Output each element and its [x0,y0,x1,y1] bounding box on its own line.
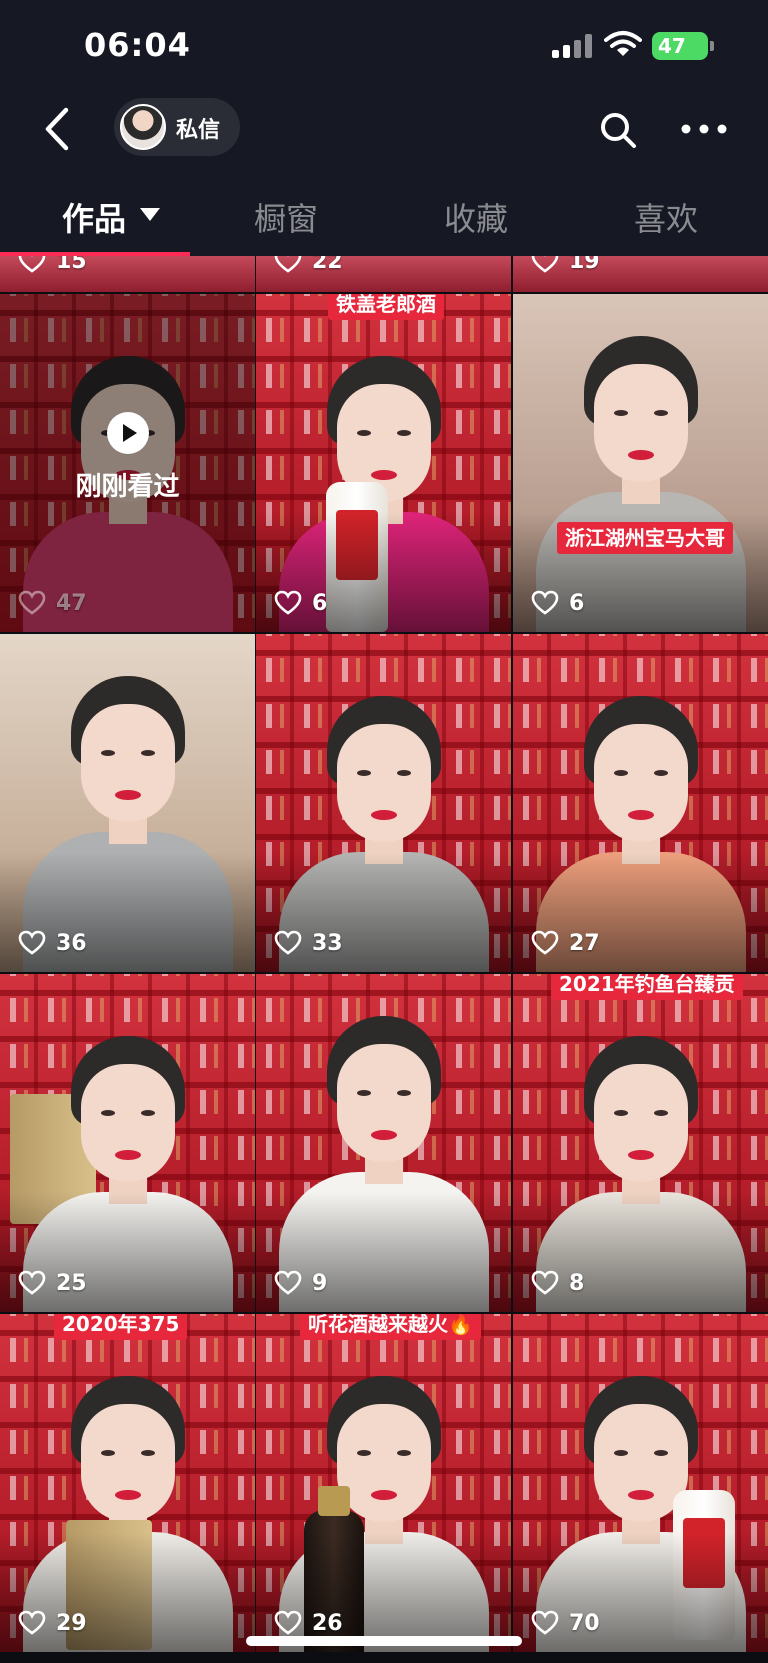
like-count: 26 [274,1608,343,1638]
like-count: 47 [18,588,87,618]
like-count: 6 [531,588,584,618]
battery-icon: 47 [652,32,708,60]
video-caption: 2021年钓鱼台臻贡 [551,974,743,1000]
profile-header: 私信 [0,90,768,170]
tab-works[interactable]: 作品 [62,194,126,240]
watched-overlay [0,294,255,632]
direct-message-button[interactable]: 私信 [114,98,240,156]
caret-down-icon[interactable] [140,208,160,221]
video-tile[interactable]: 刚刚看过 47 [0,294,255,632]
video-caption: 2020年375 [54,1314,188,1340]
like-count: 36 [18,928,87,958]
video-grid: 15 22 19 刚刚看过 47 铁盖老郎酒 6 浙江湖州宝马大哥 6 36 3… [0,256,768,1663]
heart-icon [18,1270,46,1295]
video-tile[interactable]: 9 [256,974,511,1312]
video-tile[interactable]: 27 [513,634,768,972]
home-indicator[interactable] [246,1636,522,1646]
partial-row: 15 22 19 [0,256,768,294]
avatar [120,104,166,150]
tab-likes[interactable]: 喜欢 [634,194,698,240]
tab-showcase[interactable]: 橱窗 [254,194,318,240]
heart-icon [18,256,46,273]
wifi-icon [604,31,642,56]
video-tile[interactable]: 25 [0,974,255,1312]
video-tile[interactable]: 浙江湖州宝马大哥 6 [513,294,768,632]
video-caption: 浙江湖州宝马大哥 [557,522,733,554]
heart-icon [18,590,46,615]
battery-tip [710,41,714,51]
video-tile[interactable]: 铁盖老郎酒 6 [256,294,511,632]
tab-favorites[interactable]: 收藏 [444,194,508,240]
heart-icon [274,1610,302,1635]
video-tile[interactable]: 70 [513,1314,768,1652]
like-count: 8 [531,1268,584,1298]
recently-watched-label: 刚刚看过 [75,472,180,502]
video-caption: 听花酒越来越火🔥 [300,1314,481,1340]
video-tile[interactable]: 2021年钓鱼台臻贡 8 [513,974,768,1312]
heart-icon [274,930,302,955]
video-tile[interactable]: 15 [0,256,255,292]
cellular-signal-icon [552,34,594,58]
like-count: 6 [274,588,327,618]
heart-icon [531,590,559,615]
status-time: 06:04 [84,26,191,64]
like-count: 15 [18,256,87,276]
like-count: 9 [274,1268,327,1298]
heart-icon [274,590,302,615]
like-count: 19 [531,256,600,276]
more-icon[interactable] [680,114,728,144]
video-tile[interactable]: 33 [256,634,511,972]
video-tile[interactable]: 听花酒越来越火🔥 26 [256,1314,511,1652]
heart-icon [531,1610,559,1635]
heart-icon [274,256,302,273]
heart-icon [531,930,559,955]
like-count: 22 [274,256,343,276]
video-tile[interactable]: 19 [513,256,768,292]
back-arrow-icon[interactable] [38,104,78,154]
video-caption: 铁盖老郎酒 [328,294,444,320]
heart-icon [274,1270,302,1295]
battery-level: 47 [658,34,686,58]
heart-icon [531,1270,559,1295]
heart-icon [531,256,559,273]
play-icon[interactable] [107,412,149,454]
video-tile[interactable]: 2020年375 29 [0,1314,255,1652]
profile-tabs: 作品 橱窗 收藏 喜欢 [0,170,768,256]
like-count: 25 [18,1268,87,1298]
status-bar: 06:04 47 [0,0,768,90]
video-tile[interactable]: 22 [256,256,511,292]
video-tile[interactable]: 36 [0,634,255,972]
direct-message-label: 私信 [176,118,221,143]
like-count: 33 [274,928,343,958]
heart-icon [18,1610,46,1635]
like-count: 70 [531,1608,600,1638]
search-icon[interactable] [598,110,638,150]
heart-icon [18,930,46,955]
like-count: 29 [18,1608,87,1638]
like-count: 27 [531,928,600,958]
